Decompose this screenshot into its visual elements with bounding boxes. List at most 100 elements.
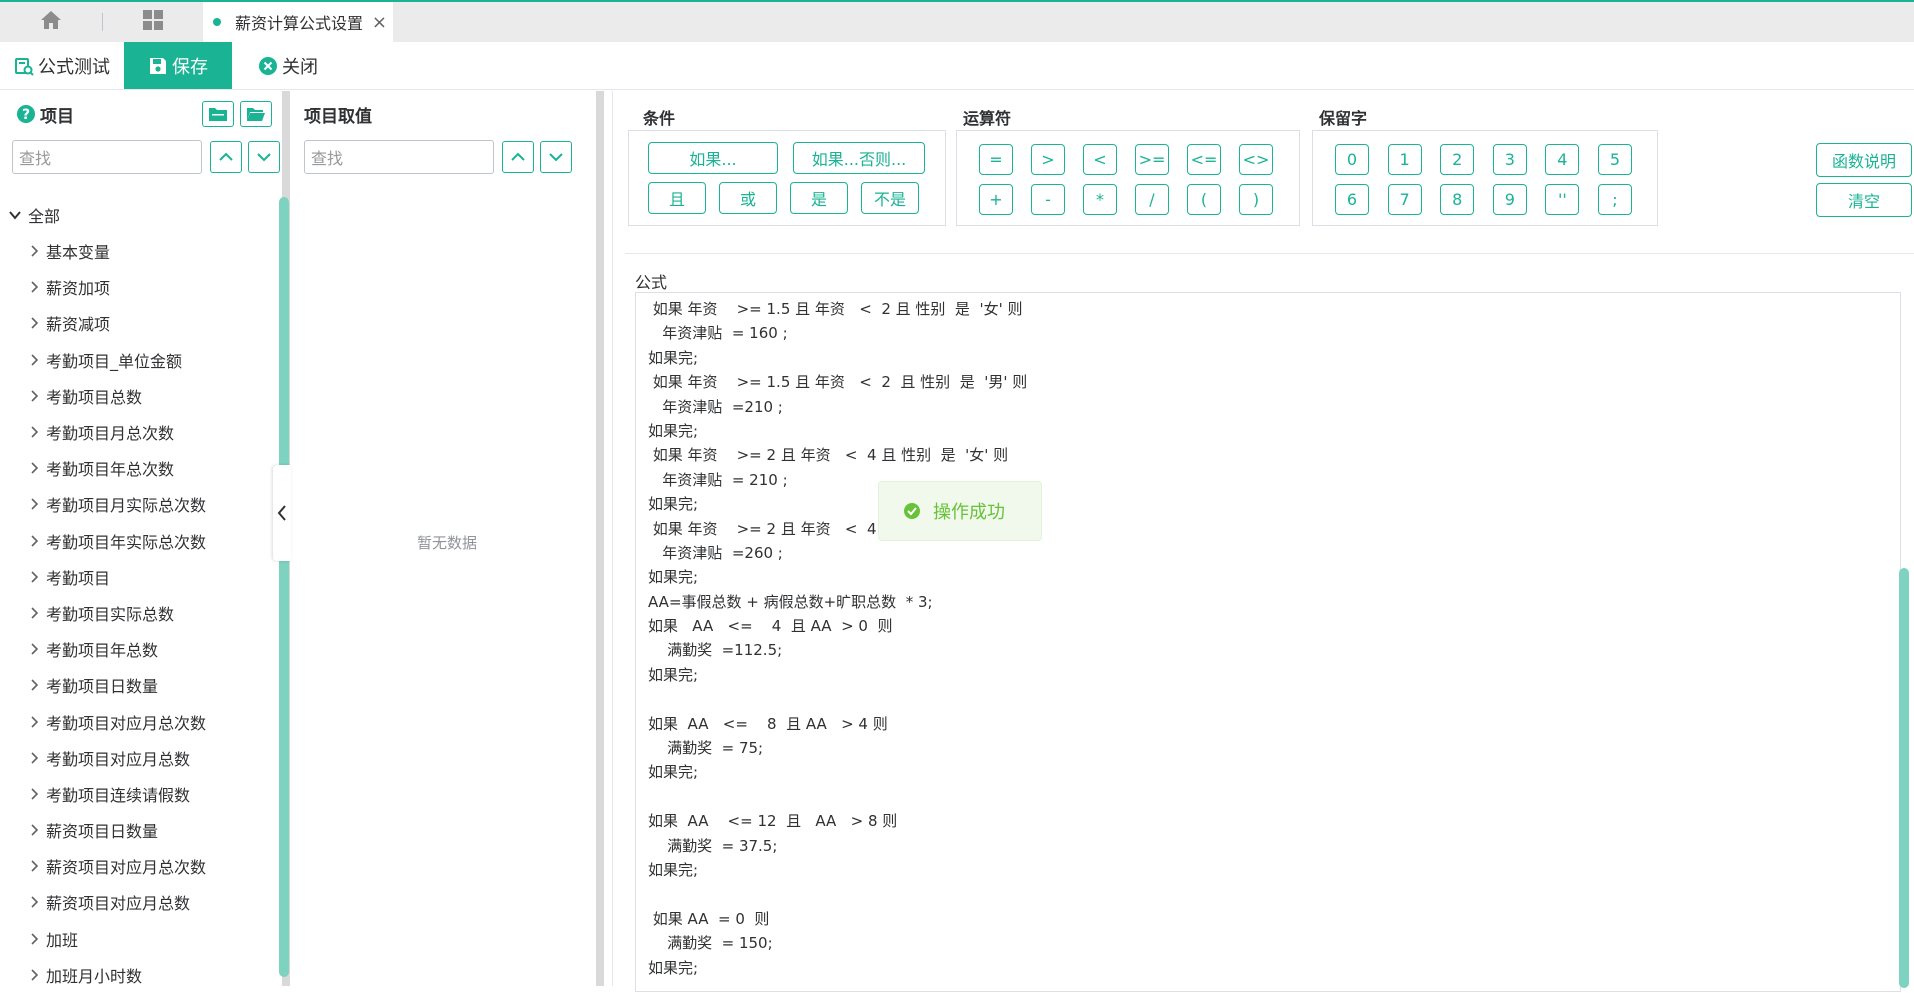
formula-line: 满勤奖 = 37.5;: [648, 836, 778, 855]
condition-button[interactable]: 或: [719, 182, 777, 214]
item-value-title: 项目取值: [304, 106, 372, 127]
chevron-right-icon: [30, 896, 38, 909]
collapse-panel-button[interactable]: [273, 465, 291, 561]
tree-item[interactable]: 薪资项目对应月总次数: [0, 848, 275, 884]
operator-button[interactable]: >=: [1135, 144, 1169, 175]
folder-icon[interactable]: [202, 101, 234, 127]
chevron-right-icon: [30, 426, 38, 438]
value-move-down-button[interactable]: [540, 141, 572, 173]
condition-button[interactable]: 且: [648, 182, 706, 214]
chevron-right-icon: [30, 679, 38, 691]
formula-line: 如果完;: [648, 860, 699, 879]
reserved-word-button[interactable]: 3: [1492, 144, 1527, 175]
apps-tab[interactable]: [103, 2, 203, 42]
condition-button[interactable]: 是: [790, 182, 848, 214]
tree-item[interactable]: 薪资项目对应月总数: [0, 884, 275, 920]
chevron-right-icon: [30, 245, 38, 257]
tree-item[interactable]: 考勤项目日数量: [0, 667, 275, 703]
tree-root-all[interactable]: 全部: [0, 197, 275, 233]
formula-test-label: 公式测试: [38, 56, 110, 78]
formula-line: 如果 年资 >= 1.5 且 年资 < 2 且 性别 是 '男' 则: [648, 373, 1028, 392]
tree-item[interactable]: 考勤项目年实际总次数: [0, 523, 275, 559]
tree-item[interactable]: 考勤项目年总数: [0, 631, 275, 667]
operator-button[interactable]: <: [1083, 144, 1117, 175]
tree-item[interactable]: 薪资加项: [0, 269, 275, 305]
tree-item[interactable]: 考勤项目月实际总次数: [0, 486, 275, 522]
tree-item-label: 考勤项目总数: [46, 387, 143, 407]
reserved-word-button[interactable]: 0: [1335, 144, 1369, 175]
tree-item[interactable]: 考勤项目对应月总次数: [0, 703, 275, 739]
tree-item[interactable]: 薪资减项: [0, 305, 275, 341]
reserved-word-button[interactable]: ;: [1598, 184, 1632, 215]
item-search-input[interactable]: 查找: [12, 140, 202, 174]
tree-item[interactable]: 考勤项目总数: [0, 378, 275, 414]
tree-item[interactable]: 考勤项目实际总数: [0, 595, 275, 631]
move-up-button[interactable]: [210, 141, 242, 173]
formula-label: 公式: [635, 273, 668, 292]
operator-button[interactable]: /: [1135, 184, 1169, 215]
operator-button[interactable]: +: [979, 184, 1013, 215]
operator-button[interactable]: ): [1239, 184, 1273, 215]
condition-button[interactable]: 如果...否则...: [793, 142, 925, 174]
chevron-down-icon: [257, 153, 271, 162]
operator-button[interactable]: <>: [1239, 144, 1273, 175]
tree-item[interactable]: 考勤项目对应月总数: [0, 740, 275, 776]
operator-button[interactable]: <=: [1187, 144, 1221, 175]
tree-item[interactable]: 考勤项目_单位金额: [0, 342, 275, 378]
operator-button[interactable]: =: [979, 144, 1013, 175]
reserved-word-button[interactable]: '': [1545, 184, 1580, 215]
chevron-right-icon: [30, 607, 38, 619]
save-button[interactable]: 保存: [124, 42, 232, 89]
reserved-word-button[interactable]: 1: [1387, 144, 1422, 175]
formula-editor-panel: 条件 运算符 保留字 如果... 如果...否则... 且或是不是 = > < >= <= <>…: [612, 91, 1914, 992]
reserved-word-button[interactable]: 9: [1492, 184, 1527, 215]
reserved-word-button[interactable]: 5: [1598, 144, 1632, 175]
tree-scrollbar[interactable]: [279, 197, 289, 977]
chevron-down-icon: [8, 210, 22, 220]
condition-button[interactable]: 如果...: [648, 142, 778, 174]
formula-line: 如果 年资 >= 2 且 年资 < 4 且 性别 是 '女' 则: [648, 446, 1009, 465]
reserved-word-button[interactable]: 7: [1387, 184, 1422, 215]
formula-scrollbar[interactable]: [1899, 568, 1909, 988]
tree-item[interactable]: 加班: [0, 921, 275, 957]
reserved-word-button[interactable]: 6: [1335, 184, 1369, 215]
tree-item[interactable]: 考勤项目月总次数: [0, 414, 275, 450]
condition-button[interactable]: 不是: [861, 182, 919, 214]
reserved-word-button[interactable]: 4: [1545, 144, 1580, 175]
value-move-up-button[interactable]: [502, 141, 534, 173]
tab-label: 薪资计算公式设置: [235, 14, 364, 33]
tree-item[interactable]: 基本变量: [0, 233, 275, 269]
reserved-word-button[interactable]: 2: [1440, 144, 1475, 175]
operator-button[interactable]: *: [1083, 184, 1117, 215]
tree-item[interactable]: 加班月小时数: [0, 957, 275, 993]
close-button[interactable]: 关闭: [244, 42, 332, 89]
tree-item[interactable]: 考勤项目年总次数: [0, 450, 275, 486]
tab-salary-formula[interactable]: 薪资计算公式设置 ×: [203, 2, 393, 42]
item-value-search-input[interactable]: 查找: [304, 140, 494, 174]
operator-button[interactable]: -: [1031, 184, 1065, 215]
move-down-button[interactable]: [248, 141, 280, 173]
reserved-word-button[interactable]: 8: [1440, 184, 1475, 215]
tree-item-label: 薪资项目对应月总次数: [46, 858, 207, 878]
operator-button[interactable]: >: [1031, 144, 1065, 175]
formula-textarea[interactable]: 如果 年资 >= 1.5 且 年资 < 2 且 性别 是 '女' 则 年资津贴 …: [635, 292, 1901, 992]
close-tab-icon[interactable]: ×: [372, 12, 387, 33]
tree-item[interactable]: 薪资项目日数量: [0, 812, 275, 848]
chevron-right-icon: [30, 933, 38, 945]
clear-button[interactable]: 清空: [1816, 183, 1912, 217]
success-toast: 操作成功: [878, 481, 1042, 541]
formula-lines: 如果 年资 >= 1.5 且 年资 < 2 且 性别 是 '女' 则 年资津贴 …: [636, 297, 1900, 980]
formula-line: [636, 687, 1900, 711]
folder-open-icon[interactable]: [240, 101, 272, 127]
tree-item[interactable]: 考勤项目: [0, 559, 275, 595]
operator-button[interactable]: (: [1187, 184, 1221, 215]
formula-line: 如果 AA = 0 则: [648, 909, 770, 928]
tree-item[interactable]: 考勤项目连续请假数: [0, 776, 275, 812]
formula-line: 年资津贴 =260 ;: [648, 543, 783, 562]
chevron-up-icon: [219, 152, 233, 161]
formula-test-button[interactable]: 公式测试: [0, 42, 124, 89]
function-help-button[interactable]: 函数说明: [1816, 143, 1912, 177]
home-tab[interactable]: [0, 2, 102, 42]
formula-line: 如果 AA <= 12 且 AA > 8 则: [648, 812, 898, 831]
formula-line: 如果完;: [648, 568, 699, 587]
